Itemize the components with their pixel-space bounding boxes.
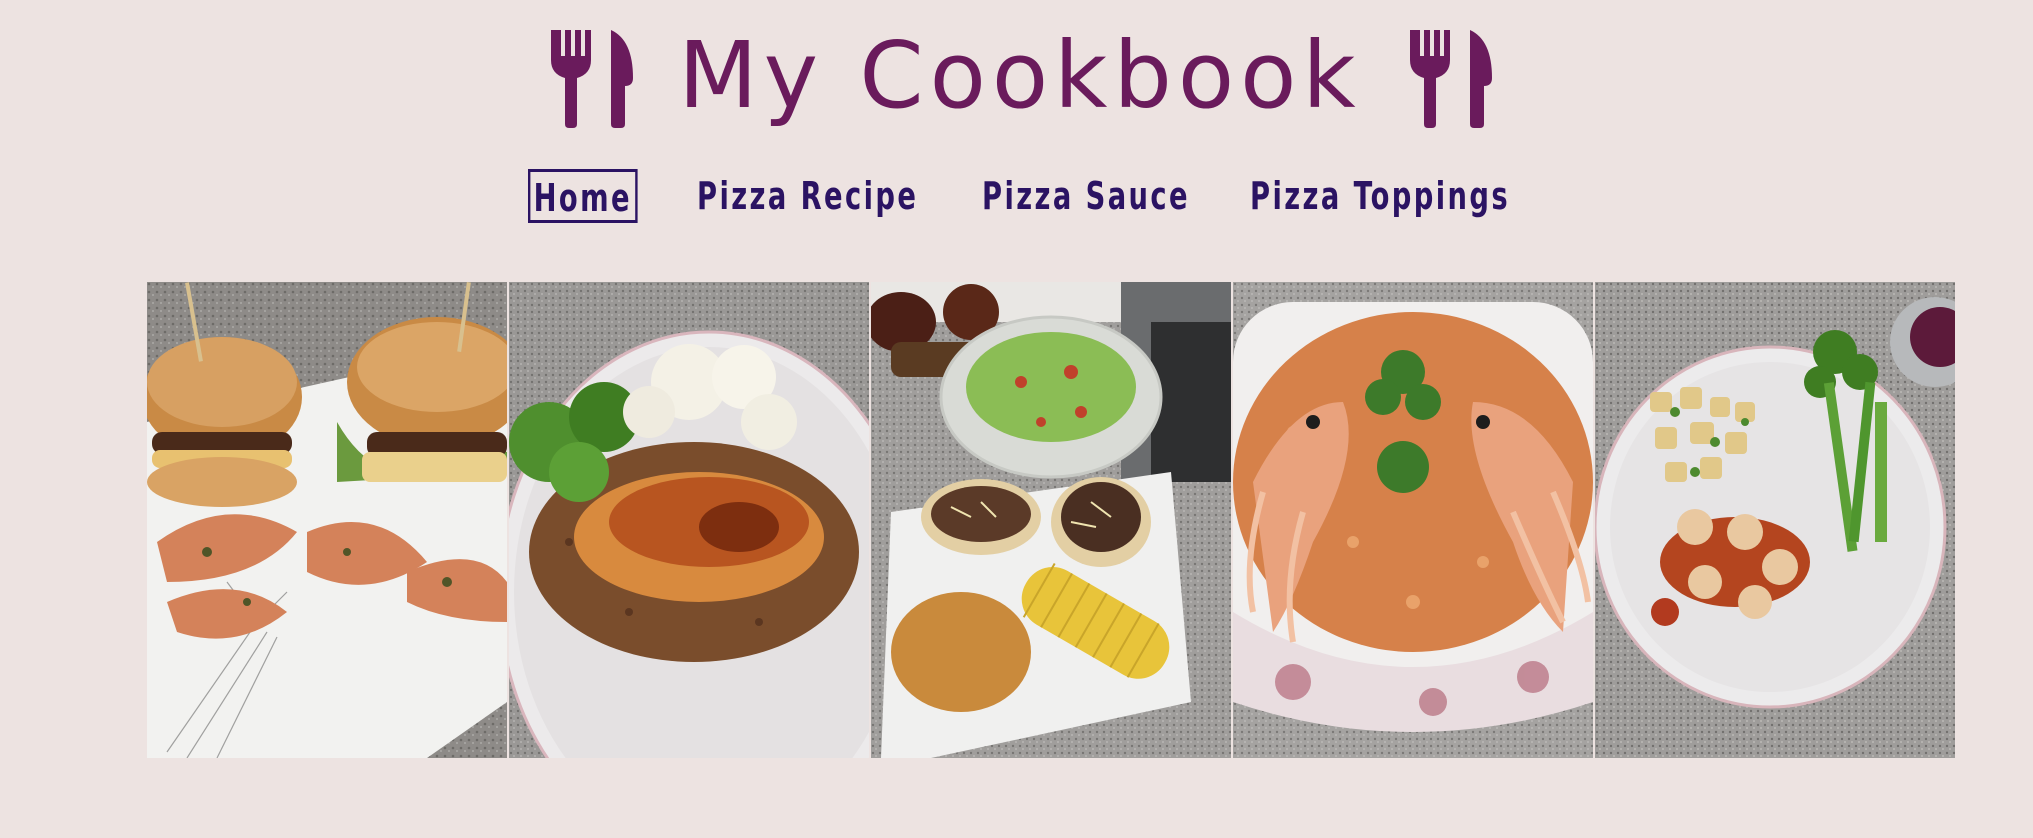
nav-home[interactable]: Home <box>528 169 638 223</box>
photo-potatoes-image <box>1595 282 1955 758</box>
photo-burgers-image <box>147 282 507 758</box>
photo-risotto-image <box>1233 282 1593 758</box>
site-title-row: My Cookbook <box>520 20 1520 135</box>
gallery-photo-tacos[interactable] <box>871 282 1231 758</box>
fork-knife-icon <box>1409 29 1492 128</box>
photo-tacos-image <box>871 282 1231 758</box>
site-title: My Cookbook <box>678 21 1362 129</box>
photo-chicken-image <box>509 282 869 758</box>
nav-pizza-recipe[interactable]: Pizza Recipe <box>697 174 918 218</box>
food-gallery <box>147 282 1955 758</box>
nav-pizza-sauce[interactable]: Pizza Sauce <box>982 174 1190 218</box>
nav-pizza-toppings[interactable]: Pizza Toppings <box>1250 174 1510 218</box>
gallery-photo-risotto[interactable] <box>1233 282 1593 758</box>
gallery-photo-chicken[interactable] <box>509 282 869 758</box>
gallery-photo-burgers[interactable] <box>147 282 507 758</box>
fork-knife-icon <box>551 29 634 128</box>
main-nav: Home Pizza Recipe Pizza Sauce Pizza Topp… <box>528 165 1635 227</box>
site-header: My Cookbook <box>0 0 2033 150</box>
gallery-photo-potatoes[interactable] <box>1595 282 1955 758</box>
